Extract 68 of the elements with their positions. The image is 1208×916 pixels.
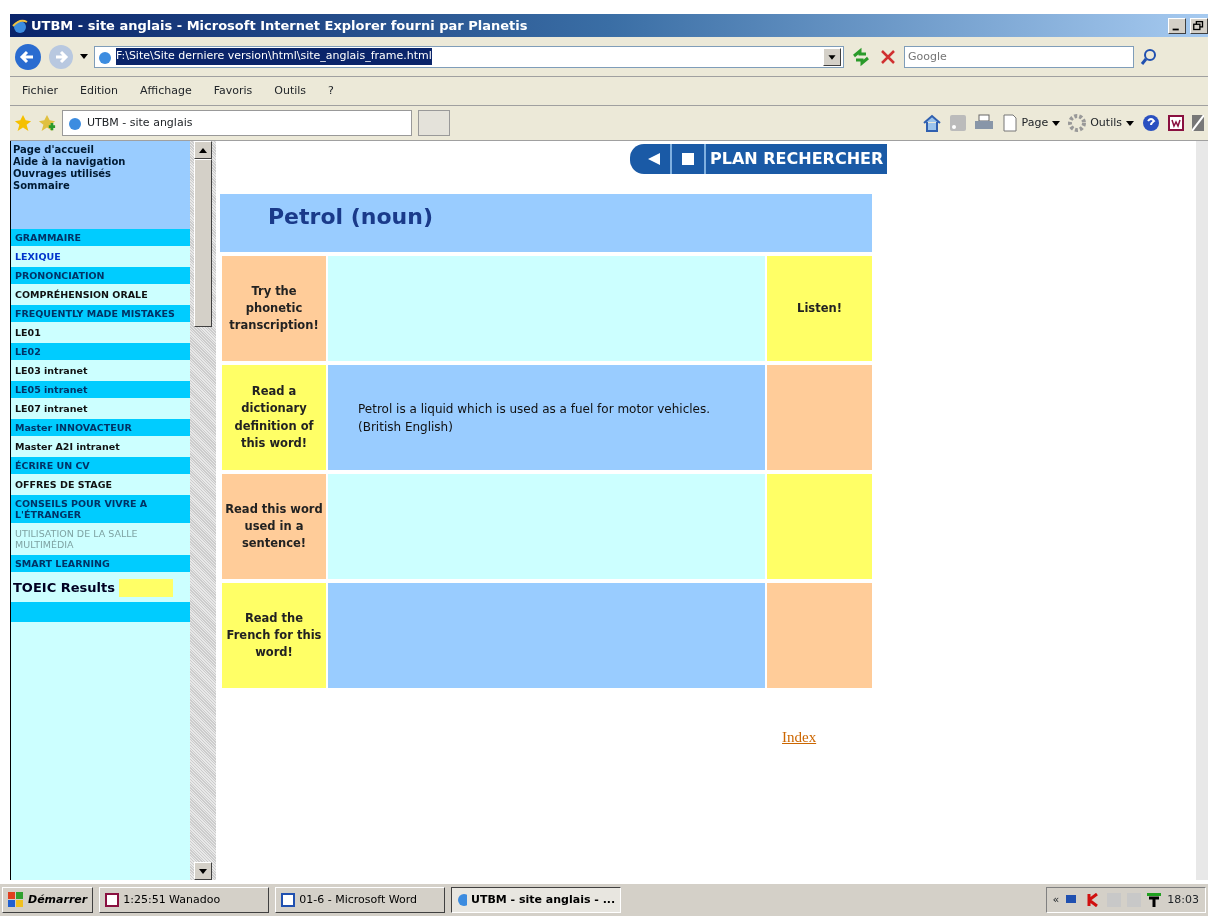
browser-tab[interactable]: UTBM - site anglais — [62, 110, 412, 136]
scrollbar-thumb[interactable] — [194, 159, 212, 327]
highlight-box — [118, 578, 173, 597]
home-icon[interactable] — [921, 114, 942, 132]
gear-icon — [1068, 114, 1087, 132]
prompt-cell[interactable]: Read a dictionary definition of this word! — [222, 365, 326, 470]
sidebar-item[interactable]: LE02 — [11, 343, 190, 362]
scrollbar[interactable] — [190, 141, 216, 880]
search-field[interactable]: Google — [904, 45, 1134, 68]
prompt-cell[interactable]: Read the French for this word! — [222, 583, 326, 688]
dropdown-icon[interactable] — [823, 47, 841, 66]
sidebar-link[interactable]: Sommaire — [13, 180, 188, 192]
up-arrow-icon[interactable] — [199, 147, 207, 153]
menu-item[interactable]: Affichage — [132, 82, 200, 100]
search-icon[interactable] — [1140, 47, 1158, 66]
down-arrow-icon[interactable] — [199, 868, 207, 874]
menu-item[interactable]: ? — [320, 82, 342, 100]
taskbar-button[interactable]: UTBM - site anglais - ... — [451, 887, 622, 913]
address-field[interactable]: F:\Site\Site derniere version\html\site_anglais_frame.html — [94, 45, 844, 68]
taskbar-button[interactable]: 01-6 - Microsoft Word — [275, 887, 446, 913]
help-icon[interactable] — [1142, 114, 1160, 132]
sidebar-item[interactable]: Master INNOVACTEUR — [11, 419, 190, 438]
prompt-cell[interactable]: Read this word used in a sentence! — [222, 474, 326, 579]
back-button[interactable] — [14, 42, 42, 71]
scrollbar[interactable] — [1196, 141, 1208, 880]
tools-menu[interactable]: Outils — [1068, 114, 1134, 132]
back-arrow-icon[interactable] — [648, 153, 660, 165]
restore-button[interactable] — [1190, 17, 1208, 34]
caret-icon — [1126, 120, 1134, 126]
prompt-cell[interactable]: Try the phonetic transcription! — [222, 256, 326, 361]
sidebar-item[interactable]: GRAMMAIRE — [11, 229, 190, 248]
page-icon — [1001, 114, 1018, 132]
sidebar-item[interactable]: ÉCRIRE UN CV — [11, 457, 190, 476]
menu-item[interactable]: Outils — [266, 82, 315, 100]
clock: 18:03 — [1167, 891, 1199, 908]
sidebar-item[interactable]: FREQUENTLY MADE MISTAKES — [11, 305, 190, 324]
windows-logo-icon — [8, 892, 24, 908]
minimize-button[interactable] — [1168, 17, 1186, 34]
star-icon[interactable] — [14, 114, 32, 132]
word-title: Petrol (noun) — [220, 194, 872, 252]
menu-item[interactable]: Fichier — [14, 82, 66, 100]
document-icon — [281, 893, 296, 907]
window-title: UTBM - site anglais - Microsoft Internet Explorer fourni par Planetis — [31, 16, 528, 35]
sidebar-link[interactable]: Ouvrages utilisés — [13, 168, 188, 180]
menu-item[interactable]: Edition — [71, 82, 126, 100]
index-link[interactable]: Index — [782, 726, 817, 749]
w-logo-icon[interactable] — [1168, 115, 1184, 131]
taskbar-button[interactable]: 1:25:51 Wanadoo — [99, 887, 270, 913]
toolbar-icon[interactable] — [1192, 115, 1204, 131]
definition-text: Petrol is a liquid which is used as a fuel for motor vehicles. (British English) — [358, 400, 712, 436]
sidebar-item[interactable]: LE05 intranet — [11, 381, 190, 400]
sidebar-link[interactable]: Aide à la navigation — [13, 156, 188, 168]
print-icon[interactable] — [973, 114, 994, 132]
page-menu[interactable]: Page — [1001, 114, 1061, 132]
sidebar-item[interactable]: PRONONCIATION — [11, 267, 190, 286]
start-button[interactable]: Démarrer — [2, 887, 94, 913]
listen-button[interactable]: Listen! — [767, 256, 872, 361]
sidebar-item[interactable]: CONSEILS POUR VIVRE A L'ÉTRANGER — [11, 495, 190, 525]
add-star-icon[interactable] — [38, 114, 56, 132]
app-icon — [105, 893, 120, 907]
refresh-icon[interactable] — [850, 45, 872, 68]
sidebar-link[interactable]: Page d'accueil — [13, 144, 188, 156]
t-logo-icon[interactable] — [1147, 893, 1162, 907]
tray-toggle[interactable]: « — [1052, 891, 1060, 909]
caret-icon — [1052, 120, 1061, 126]
menu-item[interactable]: Favoris — [205, 82, 261, 100]
sidebar-item[interactable]: SMART LEARNING — [11, 555, 190, 574]
dropdown-icon[interactable] — [80, 54, 88, 59]
